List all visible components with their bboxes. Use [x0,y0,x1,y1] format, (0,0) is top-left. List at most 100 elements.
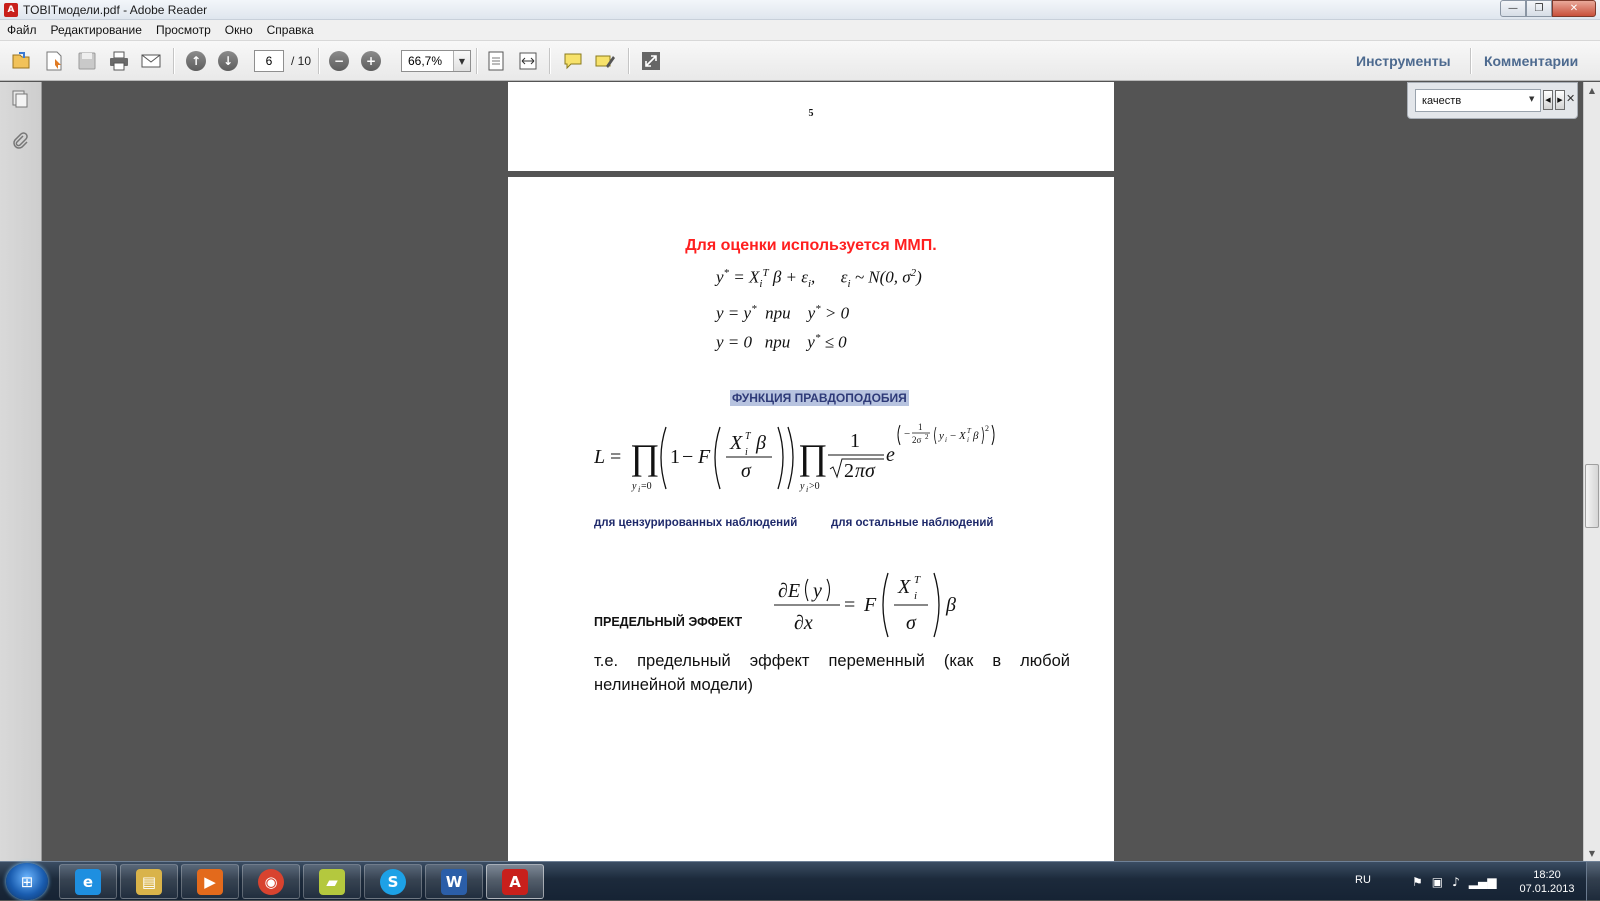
zoom-select[interactable]: 66,7% ▼ [401,50,471,72]
maximize-button[interactable]: ❐ [1526,0,1552,17]
svg-text:X: X [729,432,743,454]
close-button[interactable]: ✕ [1552,0,1596,17]
print-icon[interactable] [107,49,131,73]
show-desktop-button[interactable] [1586,862,1600,901]
taskbar-app-media-player[interactable]: ▶ [181,864,239,899]
svg-text:∏: ∏ [798,437,828,477]
pdf-page-current: Для оценки используется ММП. y* = XiT β … [508,177,1114,861]
svg-text:L: L [594,446,605,468]
chevron-down-icon[interactable]: ▼ [1529,95,1534,103]
minus-icon: − [329,51,349,71]
svg-text:i: i [967,436,969,444]
save-icon[interactable] [75,49,99,73]
navigation-panel [0,82,42,861]
comment-icon[interactable] [561,49,585,73]
likelihood-formula: L = ∏ y i =0 1 − F X T i β σ ∏ y i >0 1 … [594,422,995,494]
svg-text:∂x: ∂x [794,612,813,634]
svg-text:∂E: ∂E [778,580,800,602]
page-number-input[interactable]: 6 [254,50,284,72]
clock[interactable]: 18:20 07.01.2013 [1516,868,1578,896]
censoring-rule-positive: y = y* при y* > 0 [716,303,850,323]
highlight-icon[interactable] [593,49,617,73]
taskbar-app-chrome[interactable]: ◉ [242,864,300,899]
toolbar: ↑ ↓ 6 / 10 − + 66,7% ▼ Инструменты Комме… [0,41,1600,81]
likelihood-title: ФУНКЦИЯ ПРАВДОПОДОБИЯ [730,390,909,406]
fit-width-icon[interactable] [516,49,540,73]
svg-text:T: T [967,427,972,435]
taskbar-app-skype[interactable]: S [364,864,422,899]
document-viewer[interactable]: 5 Для оценки используется ММП. y* = XiT … [42,82,1583,861]
taskbar-app-adobe-reader[interactable]: A [486,864,544,899]
network-icon[interactable]: ▂▄▆ [1469,875,1497,889]
next-page-button[interactable]: ↓ [216,49,240,73]
fullscreen-icon[interactable] [639,49,663,73]
volume-icon[interactable]: ♪ [1452,875,1460,889]
svg-text:i: i [638,485,640,494]
scroll-thumb[interactable] [1585,464,1599,528]
svg-text:σ: σ [906,612,917,634]
open-file-icon[interactable] [9,49,33,73]
action-center-icon[interactable]: ⚑ [1412,875,1423,889]
comments-pane-button[interactable]: Комментарии [1484,53,1578,69]
chevron-down-icon[interactable]: ▼ [453,51,470,71]
svg-text:−: − [904,428,910,440]
previous-page-button[interactable]: ↑ [184,49,208,73]
menu-view[interactable]: Просмотр [156,23,211,37]
menu-help[interactable]: Справка [267,23,314,37]
svg-text:y: y [631,481,637,492]
fit-page-icon[interactable] [484,49,508,73]
latent-model-equation: y* = XiT β + εi, εi ~ N(0, σ2) [716,267,922,291]
plus-icon: + [361,51,381,71]
taskbar-app-ie[interactable]: e [59,864,117,899]
scroll-down-icon[interactable]: ▼ [1584,845,1600,861]
vertical-scrollbar[interactable]: ▲ ▼ [1583,82,1600,861]
body-paragraph: т.е. предельный эффект переменный (как в… [594,652,1070,694]
start-button[interactable]: ⊞ [6,863,48,900]
taskbar-app-explorer[interactable]: ▤ [120,864,178,899]
arrow-down-icon: ↓ [218,51,238,71]
svg-text:2: 2 [985,424,989,433]
svg-text:1: 1 [918,422,923,432]
svg-text:β: β [972,430,979,442]
svg-text:F: F [863,594,877,616]
menu-edit[interactable]: Редактирование [51,23,142,37]
svg-text:=: = [844,594,855,616]
chrome-icon: ◉ [258,868,284,895]
zoom-out-button[interactable]: − [327,49,351,73]
find-next-button[interactable]: ▶ [1555,90,1565,110]
clock-time: 18:20 [1533,869,1561,881]
svg-text:πσ: πσ [855,460,876,482]
svg-text:i: i [806,485,808,494]
title-bar: A TOBITмодели.pdf - Adobe Reader — ❐ ✕ [0,0,1600,20]
clock-date: 07.01.2013 [1519,883,1575,895]
page-thumbnails-icon[interactable] [9,88,31,110]
zoom-value: 66,7% [408,54,443,68]
find-input[interactable]: качеств [1415,89,1541,112]
language-indicator[interactable]: RU [1355,874,1371,886]
tools-pane-button[interactable]: Инструменты [1356,53,1451,69]
menu-window[interactable]: Окно [225,23,253,37]
scroll-up-icon[interactable]: ▲ [1584,82,1600,98]
find-bar: качеств ▼ ◀ ▶ ✕ [1407,82,1578,119]
find-previous-button[interactable]: ◀ [1543,90,1553,110]
menu-file[interactable]: Файл [7,23,37,37]
svg-text:−: − [950,430,956,442]
censoring-rule-zero: y = 0 при y* ≤ 0 [716,332,847,352]
taskbar-app-sticky-notes[interactable]: ▰ [303,864,361,899]
close-icon[interactable]: ✕ [1566,92,1575,105]
svg-text:y: y [938,430,944,442]
marginal-effect-formula: ∂E y ∂x = F X T i σ β [774,572,956,638]
svg-text:2: 2 [925,433,929,441]
zoom-in-button[interactable]: + [359,49,383,73]
device-icon[interactable]: ▣ [1432,875,1443,889]
svg-text:1: 1 [850,430,860,452]
attachments-icon[interactable] [9,130,31,152]
email-icon[interactable] [139,49,163,73]
sticky-notes-icon: ▰ [319,868,345,895]
media-player-icon: ▶ [197,868,223,895]
minimize-button[interactable]: — [1500,0,1526,17]
caption-others: для остальные наблюдений [831,517,994,529]
taskbar-app-word[interactable]: W [425,864,483,899]
svg-text:2σ: 2σ [912,435,922,445]
create-pdf-icon[interactable] [42,49,66,73]
